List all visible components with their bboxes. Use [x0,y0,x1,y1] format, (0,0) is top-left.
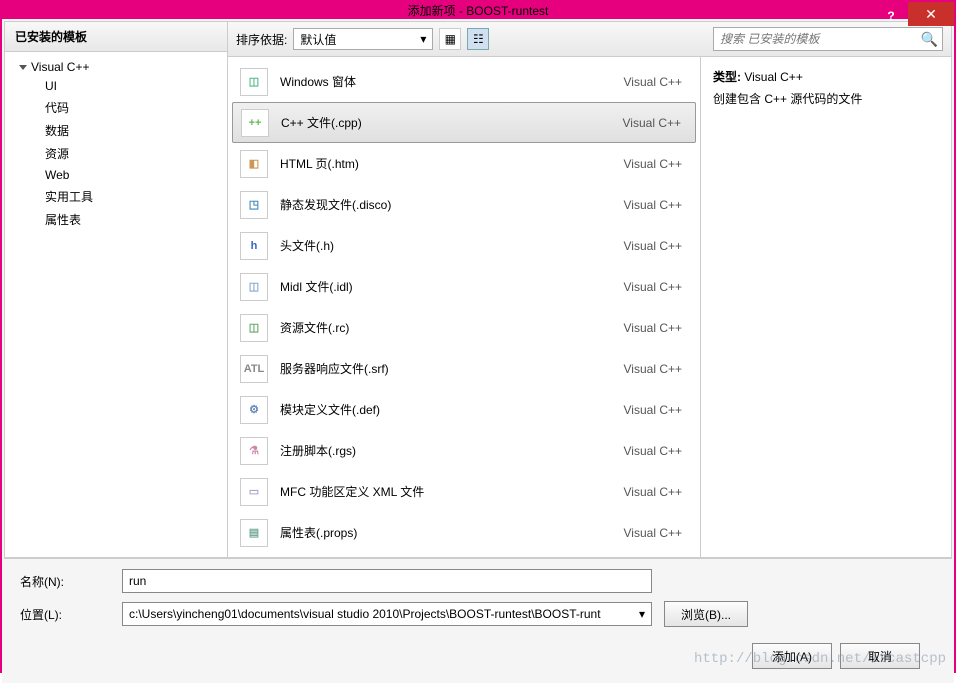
sort-value: 默认值 [300,31,336,48]
template-item[interactable]: ◫ Midl 文件(.idl) Visual C++ [232,266,696,307]
help-button[interactable]: ? [874,2,908,30]
view-small-icons-button[interactable]: ▦ [439,28,461,50]
tree-child-item[interactable]: 代码 [45,96,227,119]
sort-label: 排序依据: [236,31,287,48]
template-item[interactable]: ▭ MFC 功能区定义 XML 文件 Visual C++ [232,471,696,512]
file-type-icon: ⚙ [240,396,268,424]
template-name: 模块定义文件(.def) [280,401,612,418]
template-lang: Visual C++ [623,116,687,130]
view-medium-icons-button[interactable]: ☷ [467,28,489,50]
browse-button[interactable]: 浏览(B)... [664,601,748,627]
template-lang: Visual C++ [624,280,688,294]
template-lang: Visual C++ [624,362,688,376]
template-lang: Visual C++ [624,444,688,458]
detail-pane: 类型: Visual C++ 创建包含 C++ 源代码的文件 [701,57,951,557]
chevron-down-icon: ▾ [420,32,426,46]
file-type-icon: ◫ [240,314,268,342]
template-name: MFC 功能区定义 XML 文件 [280,483,612,500]
file-type-icon: ▭ [240,478,268,506]
template-lang: Visual C++ [624,75,688,89]
sidebar: 已安装的模板 Visual C++ UI代码数据资源Web实用工具属性表 [4,21,228,558]
location-value: c:\Users\yincheng01\documents\visual stu… [129,607,601,621]
template-name: 属性表(.props) [280,524,612,541]
location-dropdown[interactable]: c:\Users\yincheng01\documents\visual stu… [122,602,652,626]
template-item[interactable]: ++ C++ 文件(.cpp) Visual C++ [232,102,696,143]
template-lang: Visual C++ [624,485,688,499]
file-type-icon: ◫ [240,68,268,96]
search-input[interactable] [718,31,921,47]
template-name: C++ 文件(.cpp) [281,114,611,131]
tree-child-item[interactable]: 实用工具 [45,185,227,208]
tree-root-label: Visual C++ [31,60,89,74]
chevron-down-icon: ▾ [639,607,645,621]
file-type-icon: ++ [241,109,269,137]
template-item[interactable]: ATL 服务器响应文件(.srf) Visual C++ [232,348,696,389]
template-lang: Visual C++ [624,321,688,335]
template-lang: Visual C++ [624,239,688,253]
chevron-down-icon [19,65,27,70]
cancel-button[interactable]: 取消 [840,643,920,669]
template-lang: Visual C++ [624,403,688,417]
window-title: 添加新项 - BOOST-runtest [2,2,954,19]
template-item[interactable]: ◳ 静态发现文件(.disco) Visual C++ [232,184,696,225]
file-type-icon: ATL [240,355,268,383]
detail-type-value: Visual C++ [744,70,802,84]
sort-dropdown[interactable]: 默认值 ▾ [293,28,433,50]
template-item[interactable]: ◫ 资源文件(.rc) Visual C++ [232,307,696,348]
sidebar-header: 已安装的模板 [5,22,227,52]
file-type-icon: h [240,232,268,260]
detail-type-label: 类型: [713,70,741,84]
template-name: 资源文件(.rc) [280,319,612,336]
template-item[interactable]: ▤ 属性表(.props) Visual C++ [232,512,696,553]
dialog-window: 添加新项 - BOOST-runtest ? ✕ 已安装的模板 Visual C… [0,0,956,673]
content-area: 已安装的模板 Visual C++ UI代码数据资源Web实用工具属性表 排序依… [2,19,954,683]
template-item[interactable]: ⚙ 模块定义文件(.def) Visual C++ [232,389,696,430]
tree-child-item[interactable]: 资源 [45,142,227,165]
template-name: Midl 文件(.idl) [280,278,612,295]
bottom-form: 名称(N): 位置(L): c:\Users\yincheng01\docume… [4,558,952,681]
file-type-icon: ▤ [240,519,268,547]
name-input[interactable] [122,569,652,593]
file-type-icon: ◫ [240,273,268,301]
file-type-icon: ◳ [240,191,268,219]
template-name: Windows 窗体 [280,73,612,90]
search-box[interactable]: 🔍 [713,27,943,51]
detail-description: 创建包含 C++ 源代码的文件 [713,89,939,111]
template-name: 注册脚本(.rgs) [280,442,612,459]
search-icon[interactable]: 🔍 [921,31,938,48]
template-lang: Visual C++ [624,526,688,540]
template-item[interactable]: ◫ Windows 窗体 Visual C++ [232,61,696,102]
template-lang: Visual C++ [624,198,688,212]
template-item[interactable]: ⚗ 注册脚本(.rgs) Visual C++ [232,430,696,471]
file-type-icon: ◧ [240,150,268,178]
toolbar: 排序依据: 默认值 ▾ ▦ ☷ 🔍 [228,22,951,57]
tree-child-item[interactable]: 属性表 [45,208,227,231]
template-item[interactable]: h 头文件(.h) Visual C++ [232,225,696,266]
tree-child-item[interactable]: UI [45,76,227,96]
template-name: HTML 页(.htm) [280,155,612,172]
template-name: 服务器响应文件(.srf) [280,360,612,377]
close-button[interactable]: ✕ [908,2,954,26]
template-name: 静态发现文件(.disco) [280,196,612,213]
tree-root-item[interactable]: Visual C++ [5,58,227,76]
template-name: 头文件(.h) [280,237,612,254]
titlebar[interactable]: 添加新项 - BOOST-runtest ? ✕ [2,2,954,19]
tree-child-item[interactable]: 数据 [45,119,227,142]
file-type-icon: ⚗ [240,437,268,465]
add-button[interactable]: 添加(A) [752,643,832,669]
template-lang: Visual C++ [624,157,688,171]
name-label: 名称(N): [20,573,110,590]
location-label: 位置(L): [20,606,110,623]
template-list[interactable]: ◫ Windows 窗体 Visual C++ ++ C++ 文件(.cpp) Visua… [228,57,701,557]
tree-child-item[interactable]: Web [45,165,227,185]
template-item[interactable]: ◧ HTML 页(.htm) Visual C++ [232,143,696,184]
